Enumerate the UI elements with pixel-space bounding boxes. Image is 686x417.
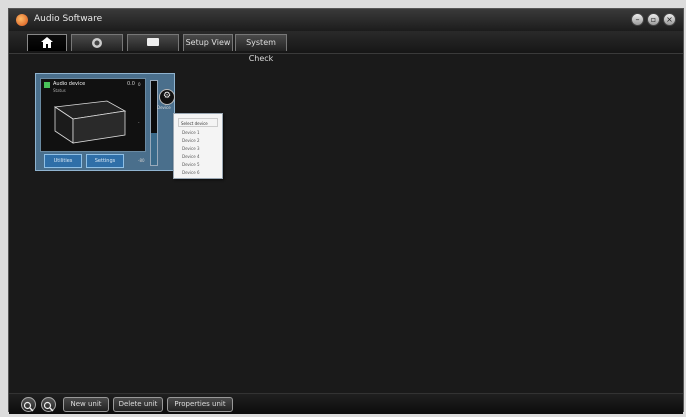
tab-bar: Setup View System Check [9, 31, 683, 63]
meter-label-mid: - [138, 120, 140, 125]
status-indicator [44, 82, 50, 88]
tab-system-check[interactable]: System Check [235, 34, 287, 63]
tab-display[interactable] [127, 34, 179, 51]
app-title: Audio Software [34, 14, 103, 24]
dropdown-item[interactable]: Device 3 [182, 146, 200, 151]
dropdown-item[interactable]: Device 5 [182, 162, 200, 167]
device-caption: Device [157, 105, 171, 110]
device-card[interactable]: Audio device Status 0.0 Utilities Settin… [35, 73, 175, 171]
home-icon [41, 37, 53, 48]
zoom-out-button[interactable] [41, 397, 56, 412]
settings-tab[interactable]: Settings [86, 154, 124, 168]
zoom-in-button[interactable] [21, 397, 36, 412]
level-meter [150, 80, 158, 166]
app-logo-icon [16, 14, 28, 26]
tab-record[interactable] [71, 34, 123, 51]
device-title: Audio device [53, 81, 86, 87]
dropdown-item[interactable]: Device 1 [182, 130, 200, 135]
titlebar: Audio Software – ▫ × [9, 9, 683, 31]
minimize-button[interactable]: – [631, 13, 644, 26]
utilities-tab[interactable]: Utilities [44, 154, 82, 168]
device-dropdown[interactable]: Select device Device 1 Device 2 Device 3… [173, 113, 223, 179]
maximize-button[interactable]: ▫ [647, 13, 660, 26]
dropdown-header[interactable]: Select device [178, 118, 218, 127]
new-unit-button[interactable]: New unit [63, 397, 109, 412]
app-window: Audio Software – ▫ × Setup View System C… [8, 8, 684, 414]
dropdown-item[interactable]: Device 4 [182, 154, 200, 159]
bottom-toolbar: New unit Delete unit Properties unit [9, 393, 683, 414]
gear-icon[interactable]: ⚙ [159, 89, 175, 105]
dropdown-item[interactable]: Device 2 [182, 138, 200, 143]
device-subtitle: Status [53, 88, 66, 93]
properties-unit-button[interactable]: Properties unit [167, 397, 233, 412]
level-readout: 0.0 [127, 81, 135, 87]
zoom-out-icon [43, 401, 54, 412]
tab-home[interactable] [27, 34, 67, 51]
close-button[interactable]: × [663, 13, 676, 26]
device-box-illustration [53, 100, 127, 144]
zoom-in-icon [23, 401, 34, 412]
level-meter-fill [151, 133, 157, 165]
delete-unit-button[interactable]: Delete unit [113, 397, 163, 412]
meter-label-top: 0 [138, 82, 141, 87]
display-icon [147, 38, 159, 46]
tab-setup-view[interactable]: Setup View [183, 34, 233, 51]
record-icon [92, 38, 102, 48]
meter-label-bottom: -80 [138, 158, 145, 163]
device-preview: Audio device Status 0.0 [40, 78, 146, 152]
dropdown-item[interactable]: Device 6 [182, 170, 200, 175]
